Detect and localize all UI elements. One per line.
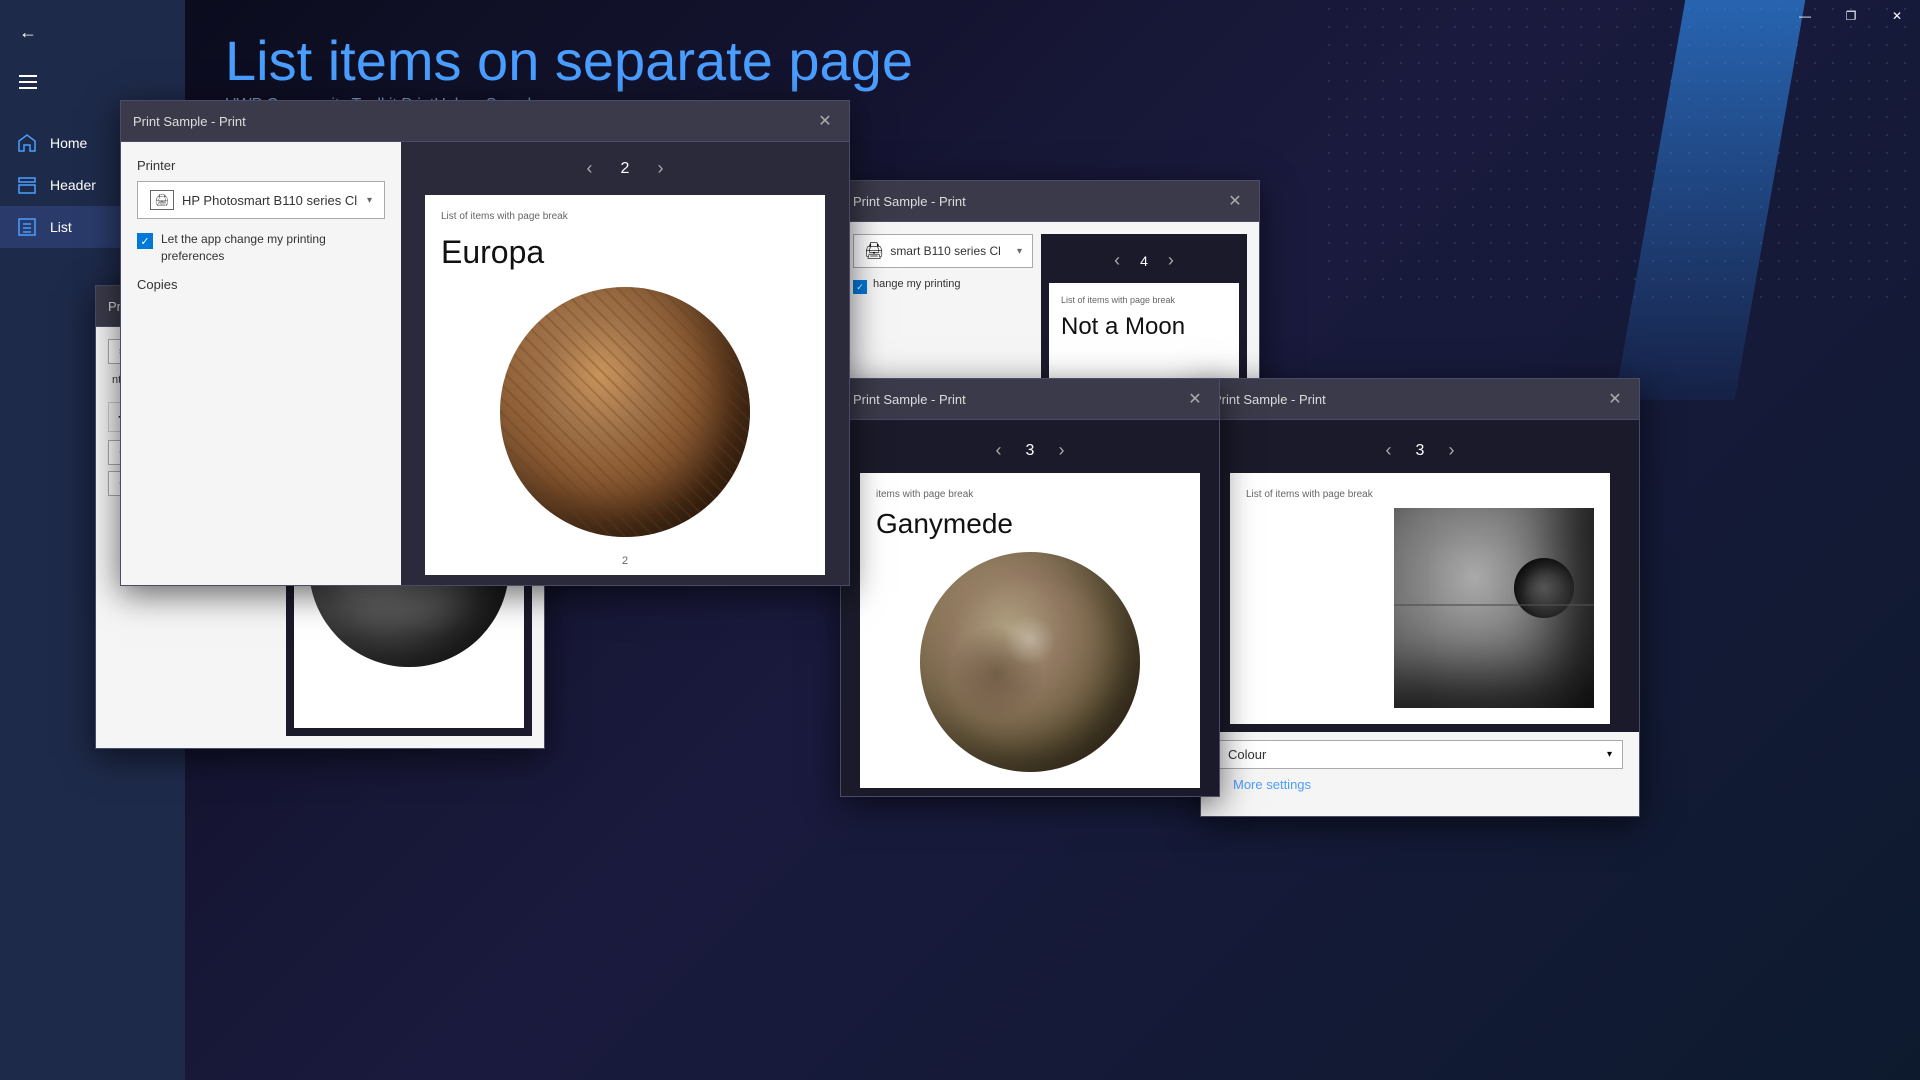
europa-image <box>500 287 750 537</box>
back-icon: ← <box>19 22 37 43</box>
dialog-death-star: Print Sample - Print ✕ ‹ 3 › List of ite… <box>1200 378 1640 817</box>
printer-name: HP Photosmart B110 series Cl <box>182 193 359 208</box>
ganymede-next[interactable]: › <box>1050 436 1072 465</box>
death-star-preview-header: List of items with page break <box>1246 489 1594 500</box>
not-moon-checkbox-label: hange my printing <box>873 278 960 290</box>
dialog-ganymede-titlebar: Print Sample - Print ✕ <box>841 379 1219 420</box>
preview-bottom-page-num: 2 <box>622 555 628 567</box>
preview-page: List of items with page break Europa 2 <box>425 195 825 575</box>
preview-next-button[interactable]: › <box>649 154 671 183</box>
not-moon-preview-header: List of items with page break <box>1061 295 1227 305</box>
list-icon <box>16 216 38 238</box>
ganymede-page-num: 3 <box>1026 442 1035 460</box>
printer-label: Printer <box>137 158 385 173</box>
dialog-main-close[interactable]: ✕ <box>813 109 837 133</box>
dialog-not-moon-close[interactable]: ✕ <box>1223 189 1247 213</box>
more-settings-link[interactable]: More settings <box>1217 769 1623 800</box>
ganymede-image <box>920 552 1140 772</box>
preview-page-title: Europa <box>441 234 809 271</box>
copies-label: Copies <box>137 277 385 292</box>
dialog-death-star-title: Print Sample - Print <box>1213 392 1326 407</box>
dialog-death-star-close[interactable]: ✕ <box>1603 387 1627 411</box>
ganymede-preview-title: Ganymede <box>876 508 1184 540</box>
dialog-main-body: Printer 🖨 HP Photosmart B110 series Cl ▾… <box>121 142 849 585</box>
dropdown-chevron-icon: ▾ <box>367 195 372 206</box>
death-star-prev[interactable]: ‹ <box>1378 436 1400 465</box>
page-title: List items on separate page <box>225 30 1880 92</box>
not-moon-prev[interactable]: ‹ <box>1106 246 1128 275</box>
sidebar-header-label: Header <box>50 177 96 193</box>
death-star-image <box>1394 508 1594 708</box>
ganymede-prev[interactable]: ‹ <box>988 436 1010 465</box>
hamburger-line-3 <box>19 87 37 89</box>
hamburger-button[interactable] <box>8 62 48 102</box>
sidebar-list-label: List <box>50 219 72 235</box>
not-moon-next[interactable]: › <box>1160 246 1182 275</box>
not-moon-page-num: 4 <box>1140 253 1148 269</box>
printing-prefs-row: ✓ Let the app change my printing prefere… <box>137 231 385 265</box>
dialog-right-preview: ‹ 2 › List of items with page break Euro… <box>401 142 849 585</box>
dialog-left-panel: Printer 🖨 HP Photosmart B110 series Cl ▾… <box>121 142 401 585</box>
colour-dropdown[interactable]: Colour ▾ <box>1217 740 1623 769</box>
printer-dropdown[interactable]: 🖨 HP Photosmart B110 series Cl ▾ <box>137 181 385 219</box>
dialog-not-moon-titlebar: Print Sample - Print ✕ <box>841 181 1259 222</box>
printing-prefs-label: Let the app change my printing preferenc… <box>161 231 385 265</box>
dialog-not-moon-title: Print Sample - Print <box>853 194 966 209</box>
preview-page-number: 2 <box>621 160 630 178</box>
hamburger-line-1 <box>19 75 37 77</box>
back-button[interactable]: ← <box>8 12 48 52</box>
dialog-ganymede-close[interactable]: ✕ <box>1183 387 1207 411</box>
dialog-main-titlebar: Print Sample - Print ✕ <box>121 101 849 142</box>
home-icon <box>16 132 38 154</box>
dialog-ganymede: Print Sample - Print ✕ ‹ 3 › items with … <box>840 378 1220 797</box>
preview-navigation: ‹ 2 › <box>559 142 692 195</box>
dialog-death-star-titlebar: Print Sample - Print ✕ <box>1201 379 1639 420</box>
sidebar-home-label: Home <box>50 135 87 151</box>
printing-prefs-checkbox[interactable]: ✓ <box>137 233 153 249</box>
header-icon <box>16 174 38 196</box>
hamburger-line-2 <box>19 81 37 83</box>
dialog-ganymede-title: Print Sample - Print <box>853 392 966 407</box>
preview-prev-button[interactable]: ‹ <box>579 154 601 183</box>
printer-icon: 🖨 <box>150 190 174 210</box>
death-star-next[interactable]: › <box>1440 436 1462 465</box>
dialog-main-title: Print Sample - Print <box>133 114 246 129</box>
not-moon-printer-text: smart B110 series Cl <box>890 244 1000 258</box>
death-star-page-num: 3 <box>1416 442 1425 460</box>
ganymede-preview-header: items with page break <box>876 489 1184 500</box>
dialog-main: Print Sample - Print ✕ Printer 🖨 HP Phot… <box>120 100 850 586</box>
not-moon-preview-title: Not a Moon <box>1061 313 1227 341</box>
preview-page-header: List of items with page break <box>441 211 809 222</box>
check-icon: ✓ <box>140 235 149 248</box>
